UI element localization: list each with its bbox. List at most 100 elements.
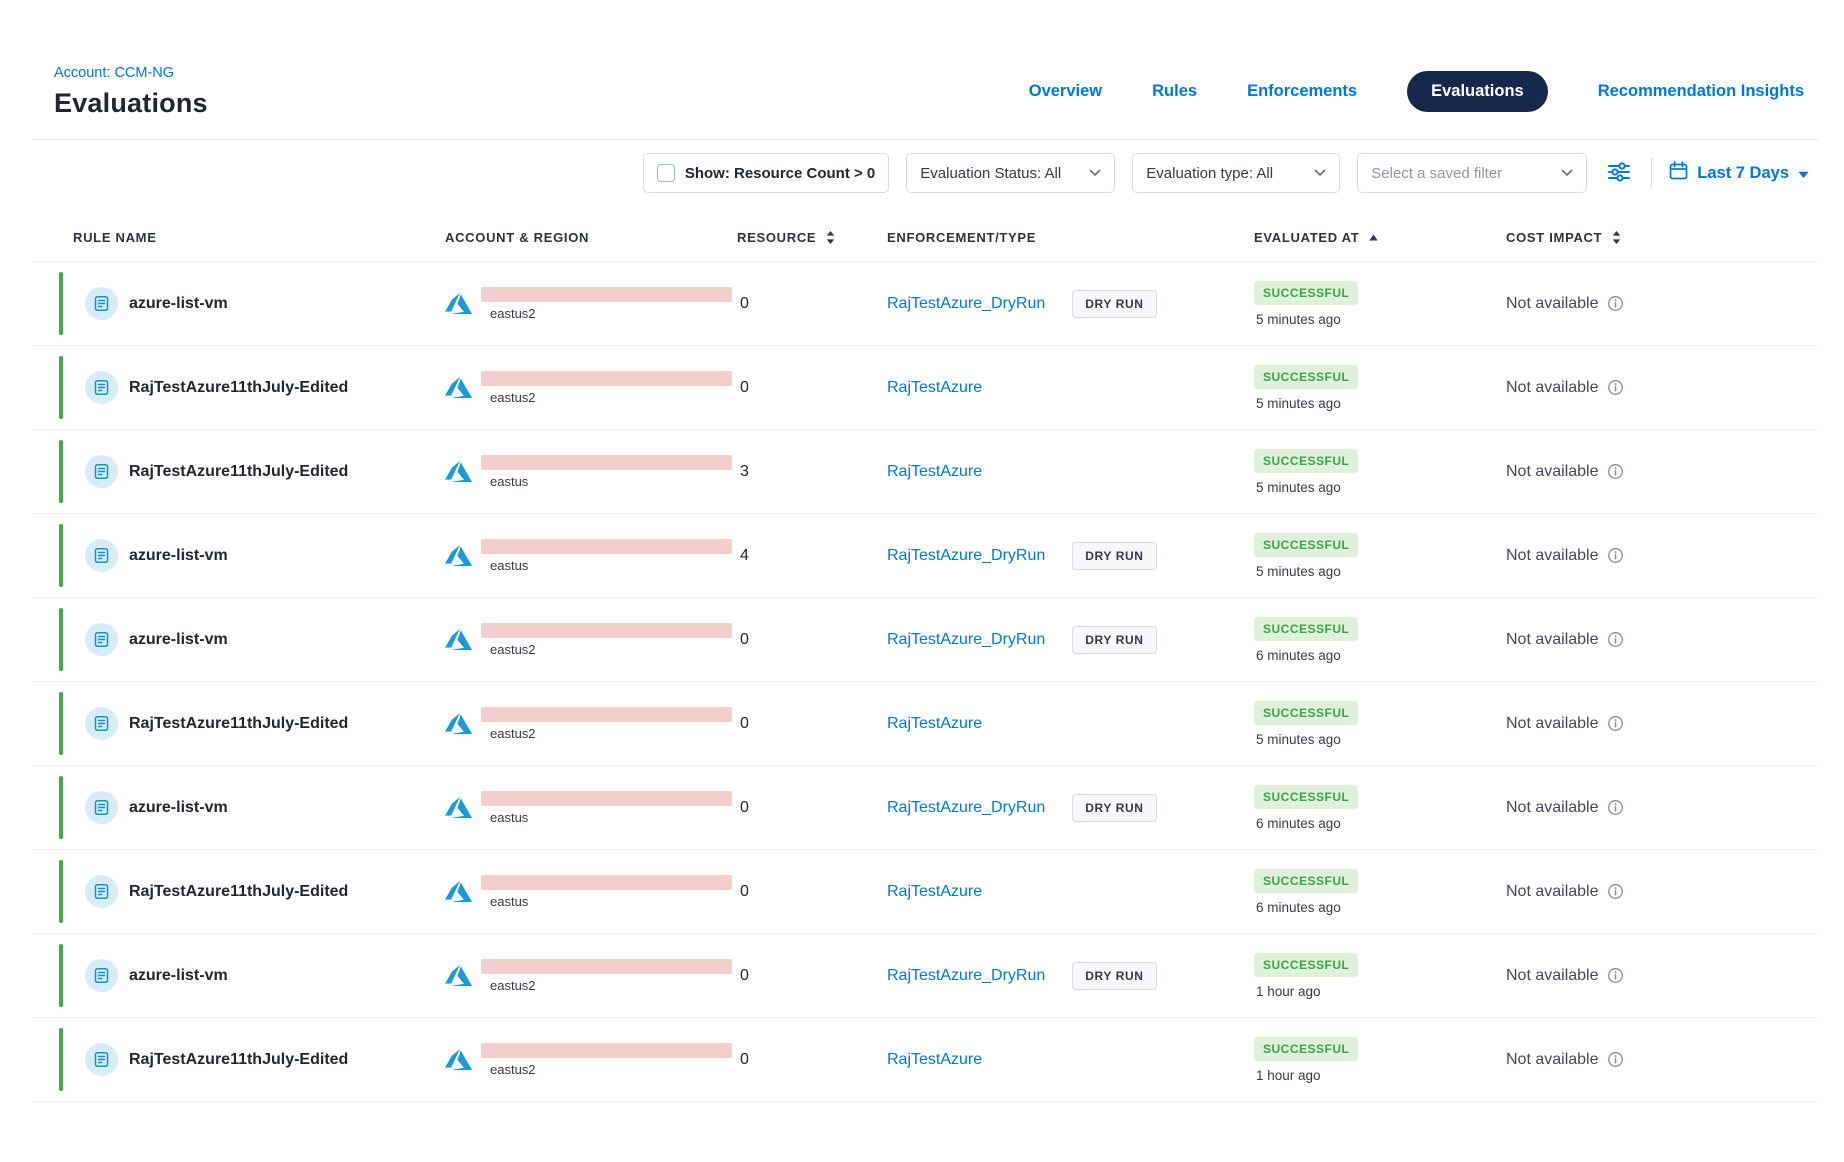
tab-rules[interactable]: Rules [1152, 82, 1197, 101]
table-row[interactable]: RajTestAzure11thJuly-Edited eastus 3 Raj… [33, 429, 1818, 513]
info-icon[interactable] [1607, 967, 1624, 984]
info-icon[interactable] [1607, 463, 1624, 480]
redacted-account-name [481, 959, 732, 974]
resource-count: 0 [737, 715, 887, 733]
resource-count: 0 [737, 883, 887, 901]
enforcement-link[interactable]: RajTestAzure_DryRun [887, 631, 1045, 649]
table-row[interactable]: azure-list-vm eastus2 0 RajTestAzure_Dry… [33, 597, 1818, 681]
chevron-down-icon [1314, 169, 1326, 177]
info-icon[interactable] [1607, 1051, 1624, 1068]
column-evaluated-at: EVALUATED AT [1254, 230, 1506, 245]
row-accent-bar [59, 692, 63, 755]
enforcement-cell: RajTestAzure [887, 379, 1254, 397]
account-block: eastus2 [481, 707, 732, 741]
rule-cell: RajTestAzure11thJuly-Edited [33, 875, 445, 908]
tab-enforcements[interactable]: Enforcements [1247, 82, 1357, 101]
show-resource-count-filter[interactable]: Show: Resource Count > 0 [643, 153, 889, 193]
evaluated-time: 6 minutes ago [1254, 900, 1341, 915]
enforcement-link[interactable]: RajTestAzure_DryRun [887, 967, 1045, 985]
chevron-down-icon [1089, 169, 1101, 177]
vertical-divider [1651, 158, 1652, 188]
enforcement-link[interactable]: RajTestAzure_DryRun [887, 295, 1045, 313]
evaluation-type-select[interactable]: Evaluation type: All [1132, 153, 1340, 193]
azure-logo-icon [445, 794, 472, 821]
row-accent-bar [59, 1028, 63, 1091]
table-row[interactable]: RajTestAzure11thJuly-Edited eastus2 0 Ra… [33, 1017, 1818, 1101]
azure-logo-icon [445, 542, 472, 569]
tab-overview[interactable]: Overview [1029, 82, 1102, 101]
resource-count-checkbox-label: Show: Resource Count > 0 [685, 165, 875, 182]
sort-icon-cost[interactable] [1611, 230, 1622, 245]
custom-rule-icon [85, 875, 118, 908]
enforcement-link[interactable]: RajTestAzure [887, 379, 982, 397]
evaluated-at-cell: SUCCESSFUL 5 minutes ago [1254, 449, 1506, 495]
evaluated-at-cell: SUCCESSFUL 6 minutes ago [1254, 869, 1506, 915]
account-block: eastus2 [481, 623, 732, 657]
caret-down-icon [1798, 164, 1809, 183]
enforcement-link[interactable]: RajTestAzure_DryRun [887, 547, 1045, 565]
cost-impact-text: Not available [1506, 1051, 1599, 1069]
table-row[interactable]: azure-list-vm eastus 4 RajTestAzure_DryR… [33, 513, 1818, 597]
resource-count: 0 [737, 799, 887, 817]
info-icon[interactable] [1607, 631, 1624, 648]
rule-cell: azure-list-vm [33, 791, 445, 824]
page-title: Evaluations [54, 88, 208, 119]
column-resource: RESOURCE [737, 230, 887, 245]
resource-count-checkbox[interactable] [657, 164, 675, 182]
dry-run-badge: DRY RUN [1072, 290, 1156, 318]
account-block: eastus2 [481, 1043, 732, 1077]
account-breadcrumb[interactable]: Account: CCM-NG [54, 65, 174, 81]
rule-cell: azure-list-vm [33, 959, 445, 992]
saved-filter-select[interactable]: Select a saved filter [1357, 153, 1587, 193]
enforcement-link[interactable]: RajTestAzure [887, 883, 982, 901]
info-icon[interactable] [1607, 715, 1624, 732]
rule-name: RajTestAzure11thJuly-Edited [129, 715, 348, 733]
enforcement-link[interactable]: RajTestAzure [887, 1051, 982, 1069]
redacted-account-name [481, 287, 732, 302]
evaluated-time: 5 minutes ago [1254, 312, 1341, 327]
table-row[interactable]: RajTestAzure11thJuly-Edited eastus 0 Raj… [33, 849, 1818, 933]
info-icon[interactable] [1607, 547, 1624, 564]
cost-impact-text: Not available [1506, 379, 1599, 397]
table-row[interactable]: azure-list-vm eastus 0 RajTestAzure_DryR… [33, 765, 1818, 849]
redacted-account-name [481, 707, 732, 722]
chevron-down-icon [1561, 169, 1573, 177]
rule-cell: RajTestAzure11thJuly-Edited [33, 371, 445, 404]
region-label: eastus2 [481, 306, 732, 321]
cost-impact-cell: Not available [1506, 295, 1818, 313]
sort-icon-evaluated-asc[interactable] [1368, 234, 1379, 242]
enforcement-link[interactable]: RajTestAzure_DryRun [887, 799, 1045, 817]
resource-count: 0 [737, 967, 887, 985]
evaluated-at-cell: SUCCESSFUL 1 hour ago [1254, 953, 1506, 999]
row-accent-bar [59, 272, 63, 335]
filter-sliders-button[interactable] [1604, 158, 1634, 189]
evaluated-time: 5 minutes ago [1254, 480, 1341, 495]
account-region-cell: eastus [445, 875, 737, 909]
evaluation-status-select[interactable]: Evaluation Status: All [906, 153, 1115, 193]
table-row[interactable]: RajTestAzure11thJuly-Edited eastus2 0 Ra… [33, 681, 1818, 765]
tab-evaluations[interactable]: Evaluations [1407, 71, 1548, 112]
evaluated-time: 5 minutes ago [1254, 732, 1341, 747]
dry-run-badge: DRY RUN [1072, 794, 1156, 822]
cost-impact-text: Not available [1506, 463, 1599, 481]
info-icon[interactable] [1607, 379, 1624, 396]
region-label: eastus2 [481, 1062, 732, 1077]
enforcement-link[interactable]: RajTestAzure [887, 715, 982, 733]
tab-recommendation-insights[interactable]: Recommendation Insights [1598, 82, 1804, 101]
rule-cell: azure-list-vm [33, 623, 445, 656]
rule-name: RajTestAzure11thJuly-Edited [129, 463, 348, 481]
account-region-cell: eastus2 [445, 1043, 737, 1077]
dry-run-badge: DRY RUN [1072, 542, 1156, 570]
sort-icon-resource[interactable] [825, 230, 836, 245]
info-icon[interactable] [1607, 883, 1624, 900]
table-row[interactable]: RajTestAzure11thJuly-Edited eastus2 0 Ra… [33, 345, 1818, 429]
info-icon[interactable] [1607, 295, 1624, 312]
table-row[interactable]: azure-list-vm eastus2 0 RajTestAzure_Dry… [33, 261, 1818, 345]
info-icon[interactable] [1607, 799, 1624, 816]
date-range-picker[interactable]: Last 7 Days [1669, 161, 1809, 185]
evaluation-type-value: Evaluation type: All [1146, 165, 1273, 182]
cost-impact-cell: Not available [1506, 547, 1818, 565]
enforcement-link[interactable]: RajTestAzure [887, 463, 982, 481]
table-row[interactable]: azure-list-vm eastus2 0 RajTestAzure_Dry… [33, 933, 1818, 1017]
enforcement-cell: RajTestAzure_DryRun DRY RUN [887, 626, 1254, 654]
